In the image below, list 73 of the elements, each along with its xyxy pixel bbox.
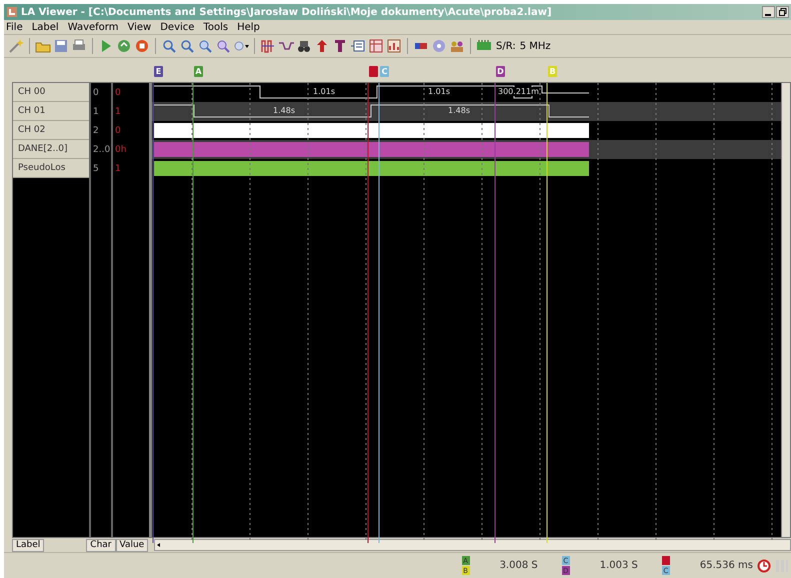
- char-cell-text: 1: [92, 106, 100, 118]
- char-cell-text: 2..0: [92, 144, 111, 156]
- minimize-button[interactable]: [762, 6, 775, 18]
- signal-icon: [260, 38, 276, 54]
- restore-button[interactable]: [776, 6, 789, 18]
- column-header[interactable]: Value: [116, 538, 148, 552]
- value-cell-text: 0: [114, 86, 122, 100]
- horizontal-scrollbar[interactable]: [154, 539, 791, 551]
- wand-icon: [8, 38, 24, 54]
- window-title: LA Viewer - [C:\Documents and Settings\Jarosław Doliński\Moje dokumenty\Acute\proba2.law]: [21, 6, 553, 18]
- signal-label[interactable]: PseudoLos: [13, 159, 89, 178]
- value-cell-text: 1: [114, 106, 122, 118]
- pulse-width-label: 300.211m: [497, 87, 540, 96]
- list-icon: [350, 38, 366, 54]
- list-button[interactable]: [350, 38, 366, 54]
- binoculars-button[interactable]: [296, 38, 312, 54]
- value-cell-text: 0h: [114, 144, 128, 156]
- char-cell-text: 5: [92, 162, 100, 176]
- marker-flag[interactable]: A: [194, 66, 203, 77]
- value-cell-text: 1: [114, 162, 122, 176]
- column-header[interactable]: Label: [12, 538, 44, 552]
- char-cell-text: 0: [92, 86, 100, 100]
- zoom-out-icon: [179, 38, 195, 54]
- table-button[interactable]: [368, 38, 384, 54]
- zoom-in-icon: [161, 38, 177, 54]
- pulse-width-label: 1.01s: [312, 87, 336, 96]
- chart-icon: [386, 38, 402, 54]
- menu-item[interactable]: Tools: [203, 22, 228, 32]
- stop-icon: [134, 38, 150, 54]
- pulse-width-label: 1.48s: [272, 106, 296, 115]
- measurement-reading: 1.003 S: [600, 560, 638, 571]
- menu-item[interactable]: Label: [32, 22, 59, 32]
- marker-flag[interactable]: E: [154, 66, 163, 77]
- menu-item[interactable]: Waveform: [68, 22, 118, 32]
- measurement-reading: 65.536 ms: [700, 560, 753, 571]
- app-icon: [6, 6, 18, 18]
- signal-label[interactable]: CH 00: [13, 83, 89, 102]
- menu-item[interactable]: View: [127, 22, 152, 32]
- save-icon: [53, 38, 69, 54]
- pulse-width-label: 1.48s: [447, 106, 471, 115]
- zoom-all-icon: [215, 38, 231, 54]
- signal-label[interactable]: CH 02: [13, 121, 89, 140]
- disc-button[interactable]: [431, 38, 447, 54]
- marker-flag[interactable]: [369, 66, 378, 77]
- wand-button[interactable]: [8, 38, 24, 54]
- menu-item[interactable]: File: [6, 22, 23, 32]
- marker-flag[interactable]: D: [496, 66, 505, 77]
- disc-icon: [431, 38, 447, 54]
- save-button[interactable]: [53, 38, 69, 54]
- table-icon: [368, 38, 384, 54]
- signal-button[interactable]: [260, 38, 276, 54]
- stop-button[interactable]: [134, 38, 150, 54]
- clock-icon: [757, 558, 771, 572]
- menu-item[interactable]: Device: [160, 22, 194, 32]
- signal-label[interactable]: CH 01: [13, 102, 89, 121]
- restore-icon: [778, 8, 786, 16]
- sample-rate-value: 5 MHz: [520, 40, 551, 52]
- chart-button[interactable]: [386, 38, 402, 54]
- zoom-in-button[interactable]: [161, 38, 177, 54]
- measurement-reading: 3.008 S: [500, 560, 538, 571]
- zoom-fit-button[interactable]: [197, 38, 213, 54]
- char-cell-text: 2: [92, 124, 100, 138]
- value-cell-text: 0: [114, 124, 122, 138]
- zoom-all-button[interactable]: [215, 38, 231, 54]
- menu-item[interactable]: Help: [237, 22, 260, 32]
- zoom-out-button[interactable]: [179, 38, 195, 54]
- binoculars-icon: [296, 38, 312, 54]
- column-header[interactable]: Char: [86, 538, 116, 552]
- sample-rate-label: S/R:: [496, 40, 516, 52]
- signal-label[interactable]: DANE[2..0]: [13, 140, 89, 159]
- zoom-fit-icon: [197, 38, 213, 54]
- vertical-scrollbar[interactable]: [781, 83, 790, 537]
- pulse-width-label: 1.01s: [427, 87, 451, 96]
